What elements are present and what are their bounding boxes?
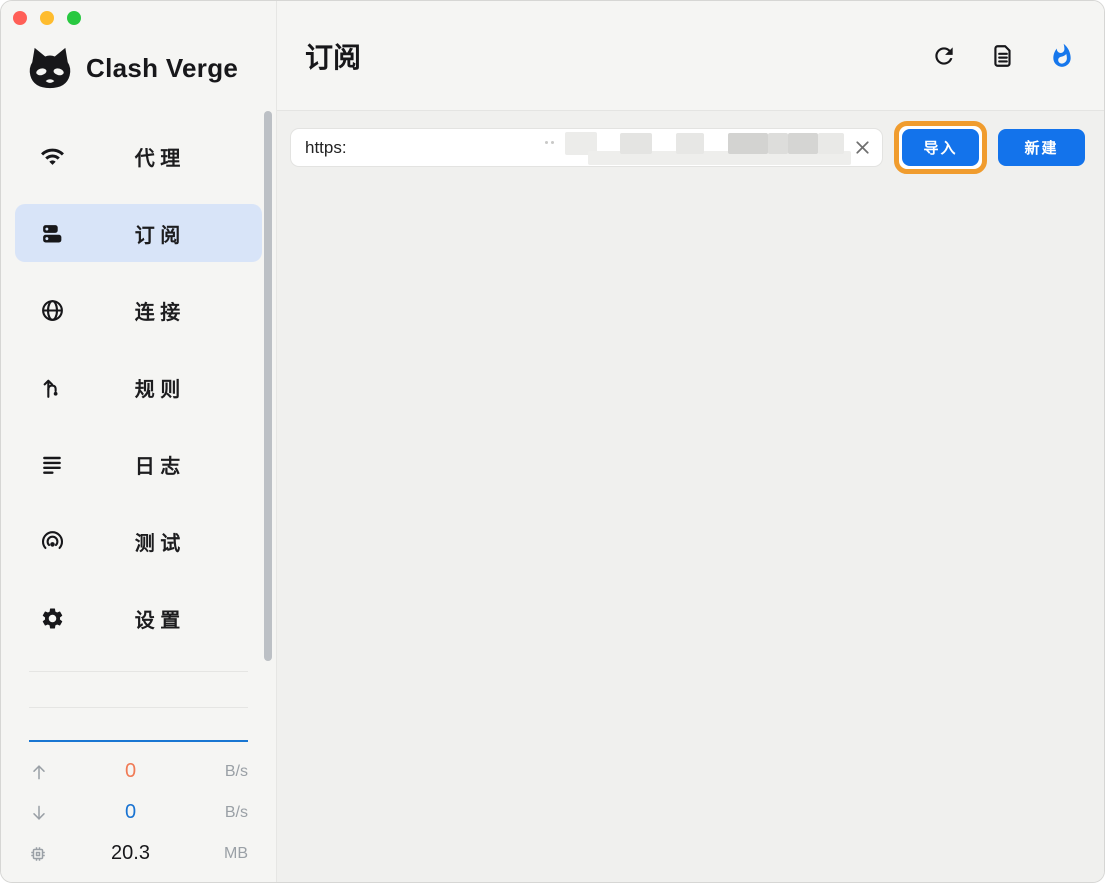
arrow-up-icon — [29, 762, 57, 782]
traffic-graph-baseline — [29, 740, 248, 742]
app-brand: Clash Verge — [27, 45, 276, 91]
logs-icon — [39, 451, 65, 477]
gear-icon — [39, 605, 65, 631]
memory-usage-row: 20.3 MB — [29, 833, 248, 874]
refresh-button[interactable] — [930, 42, 958, 70]
download-speed-unit: B/s — [204, 804, 248, 822]
clear-input-button[interactable] — [851, 136, 874, 159]
sidebar-item-label: 日 志 — [65, 450, 250, 479]
memory-usage-value: 20.3 — [57, 842, 204, 865]
sidebar: Clash Verge 代 理 订 阅 — [1, 1, 277, 882]
sidebar-item-label: 设 置 — [65, 604, 250, 633]
sidebar-item-label: 测 试 — [65, 527, 250, 556]
wifi-icon — [39, 143, 65, 169]
divider — [29, 707, 248, 708]
flame-button[interactable] — [1048, 42, 1076, 70]
download-speed-row: 0 B/s — [29, 792, 248, 833]
highlight-ring: 导入 — [894, 121, 987, 174]
sidebar-item-label: 订 阅 — [65, 219, 250, 248]
sidebar-item-label: 连 接 — [65, 296, 250, 325]
subscription-icon — [39, 220, 65, 246]
subscription-url-input[interactable] — [290, 128, 883, 167]
flame-icon — [1049, 43, 1075, 69]
sidebar-item-subscription[interactable]: 订 阅 — [15, 204, 262, 262]
upload-speed-value: 0 — [57, 760, 204, 783]
cat-logo-icon — [27, 45, 73, 91]
maximize-window-button[interactable] — [67, 11, 81, 25]
download-speed-value: 0 — [57, 801, 204, 824]
sidebar-item-rules[interactable]: 规 则 — [15, 358, 262, 416]
sidebar-item-logs[interactable]: 日 志 — [15, 435, 262, 493]
sidebar-item-connections[interactable]: 连 接 — [15, 281, 262, 339]
sidebar-item-label: 规 则 — [65, 373, 250, 402]
minimize-window-button[interactable] — [40, 11, 54, 25]
window-controls — [13, 11, 81, 25]
page-title: 订阅 — [305, 36, 361, 76]
sidebar-item-label: 代 理 — [65, 142, 250, 171]
rules-icon — [39, 374, 65, 400]
arrow-down-icon — [29, 803, 57, 823]
close-window-button[interactable] — [13, 11, 27, 25]
sidebar-scrollbar[interactable] — [264, 111, 272, 661]
sidebar-item-test[interactable]: 测 试 — [15, 512, 262, 570]
new-profile-button[interactable]: 新建 — [998, 129, 1085, 166]
header-actions — [930, 42, 1076, 70]
upload-speed-unit: B/s — [204, 763, 248, 781]
test-icon — [39, 528, 65, 554]
sidebar-nav: 代 理 订 阅 — [1, 127, 276, 647]
sidebar-traffic-panel: 0 B/s 0 B/s 20.3 MB — [1, 671, 276, 882]
chip-icon — [29, 845, 57, 863]
close-icon — [852, 137, 873, 158]
document-icon — [990, 43, 1016, 69]
app-title: Clash Verge — [86, 53, 238, 84]
url-input-wrap — [290, 128, 883, 167]
divider — [29, 671, 248, 672]
app-window: Clash Verge 代 理 订 阅 — [0, 0, 1105, 883]
refresh-icon — [931, 43, 957, 69]
upload-speed-row: 0 B/s — [29, 751, 248, 792]
page-header: 订阅 — [277, 1, 1104, 111]
sidebar-item-settings[interactable]: 设 置 — [15, 589, 262, 647]
profiles-empty-area — [277, 174, 1104, 882]
view-profile-file-button[interactable] — [989, 42, 1017, 70]
import-button[interactable]: 导入 — [902, 129, 979, 166]
subscription-toolbar: 导入 新建 — [290, 121, 1085, 174]
sidebar-item-proxy[interactable]: 代 理 — [15, 127, 262, 185]
memory-usage-unit: MB — [204, 845, 248, 863]
globe-icon — [39, 297, 65, 323]
main-panel: 订阅 — [277, 1, 1104, 882]
